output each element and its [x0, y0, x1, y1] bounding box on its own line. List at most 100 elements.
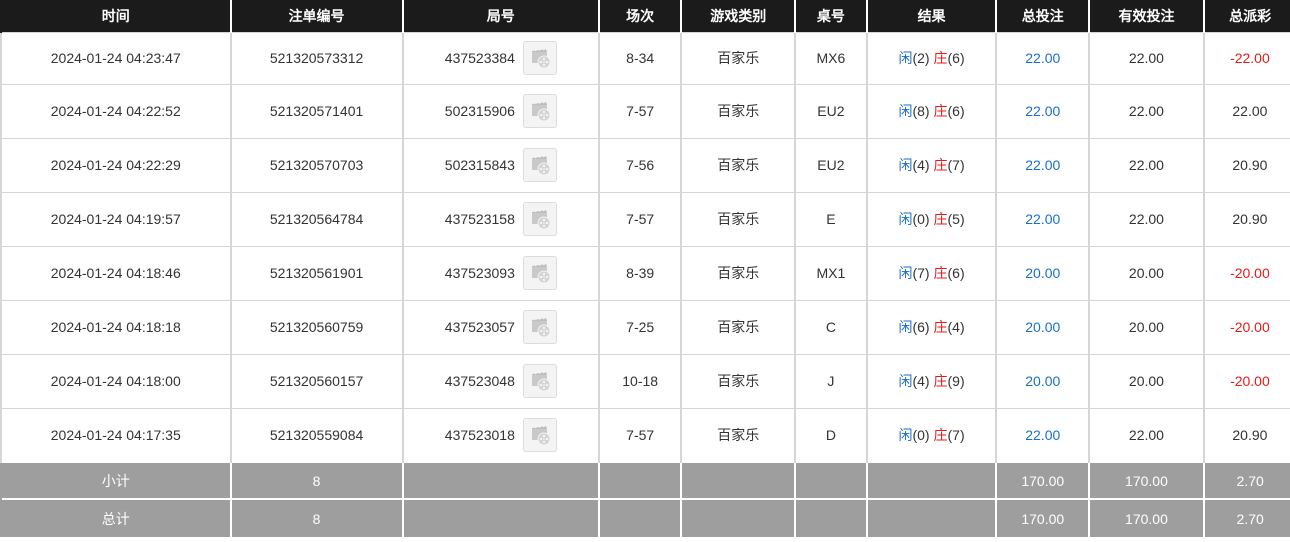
- bet-time: 2024-01-24 04:18:00: [0, 353, 231, 409]
- banker-score: (6): [947, 265, 965, 281]
- payout: -22.00: [1202, 31, 1290, 85]
- player-label: 闲: [898, 373, 913, 389]
- player-label: 闲: [898, 211, 913, 227]
- banker-label: 庄: [933, 50, 948, 66]
- column-header-round-no: 局号: [401, 0, 599, 32]
- video-replay-button[interactable]: [522, 310, 557, 344]
- table-number: J: [794, 353, 868, 409]
- payout: -20.00: [1202, 353, 1290, 409]
- video-replay-button[interactable]: [522, 94, 557, 128]
- column-header-time: 时间: [0, 0, 231, 32]
- table-number: MX1: [794, 245, 868, 301]
- subtotal-payout: 2.70: [1202, 461, 1290, 499]
- player-label: 闲: [898, 157, 913, 173]
- game-type: 百家乐: [680, 407, 796, 463]
- banker-score: (9): [947, 373, 965, 389]
- video-replay-button[interactable]: [522, 202, 557, 236]
- round-number-cell: 437523384: [401, 31, 600, 85]
- round-number-cell: 437523093: [401, 245, 600, 301]
- game-result: 闲(0) 庄(7): [865, 407, 997, 463]
- round-number: 502315843: [444, 157, 515, 173]
- video-replay-button[interactable]: [522, 364, 557, 398]
- game-result: 闲(4) 庄(9): [865, 353, 997, 409]
- table-number: EU2: [794, 137, 868, 193]
- round-number: 437523018: [444, 426, 515, 443]
- round-number: 437523093: [444, 265, 515, 281]
- total-bet: 20.00: [995, 353, 1090, 409]
- total-valid-bet: 170.00: [1088, 498, 1204, 537]
- video-replay-icon: [531, 425, 551, 446]
- video-replay-button[interactable]: [522, 148, 557, 182]
- order-number: 521320560759: [229, 299, 404, 355]
- subtotal-valid-bet: 170.00: [1088, 461, 1204, 499]
- table-header-row: 时间 注单编号 局号 场次 游戏类别 桌号 结果 总投注 有效投注 总派彩: [0, 0, 1290, 32]
- session-number: 10-18: [597, 353, 682, 409]
- table-number: D: [794, 407, 868, 463]
- subtotal-label: 小计: [0, 461, 231, 499]
- table-row: 2024-01-24 04:23:47 521320573312 4375233…: [0, 31, 1290, 85]
- player-score: (7): [912, 265, 930, 281]
- video-replay-icon: [531, 155, 551, 176]
- game-result: 闲(7) 庄(6): [865, 245, 997, 301]
- banker-label: 庄: [933, 211, 948, 227]
- bet-time: 2024-01-24 04:18:18: [0, 299, 231, 355]
- banker-label: 庄: [933, 373, 948, 389]
- round-number-cell: 437523018: [401, 407, 600, 463]
- session-number: 7-57: [597, 83, 682, 139]
- round-number: 502315906: [444, 103, 515, 119]
- valid-bet: 20.00: [1088, 245, 1205, 301]
- bet-time: 2024-01-24 04:23:47: [0, 31, 231, 85]
- player-score: (2): [912, 50, 930, 66]
- video-replay-button[interactable]: [522, 417, 557, 452]
- video-replay-button[interactable]: [522, 256, 557, 290]
- column-header-order-no: 注单编号: [229, 0, 403, 32]
- round-number: 437523384: [444, 50, 515, 66]
- video-replay-icon: [531, 263, 551, 284]
- total-bet: 22.00: [995, 83, 1090, 139]
- game-result: 闲(4) 庄(7): [865, 137, 997, 193]
- game-type: 百家乐: [680, 191, 796, 247]
- valid-bet: 22.00: [1088, 83, 1205, 139]
- game-result: 闲(2) 庄(6): [865, 31, 997, 85]
- table-number: E: [794, 191, 868, 247]
- bet-time: 2024-01-24 04:18:46: [0, 245, 231, 301]
- table-number: MX6: [794, 31, 868, 85]
- game-result: 闲(6) 庄(4): [865, 299, 997, 355]
- video-replay-icon: [531, 371, 551, 392]
- payout: 22.00: [1202, 83, 1290, 139]
- order-number: 521320570703: [229, 137, 404, 193]
- session-number: 7-57: [597, 407, 682, 463]
- total-payout: 2.70: [1202, 498, 1290, 537]
- bet-time: 2024-01-24 04:19:57: [0, 191, 231, 247]
- total-total-bet: 170.00: [995, 498, 1090, 537]
- game-type: 百家乐: [680, 299, 796, 355]
- table-number: EU2: [794, 83, 868, 139]
- player-score: (6): [912, 319, 930, 335]
- round-number: 437523048: [444, 373, 515, 389]
- bet-time: 2024-01-24 04:17:35: [0, 407, 231, 463]
- banker-score: (5): [947, 211, 965, 227]
- round-number-cell: 502315843: [401, 137, 600, 193]
- order-number: 521320571401: [229, 83, 404, 139]
- valid-bet: 20.00: [1088, 299, 1205, 355]
- video-replay-icon: [531, 209, 551, 230]
- order-number: 521320559084: [229, 407, 404, 463]
- total-label: 总计: [0, 498, 231, 537]
- player-label: 闲: [898, 265, 913, 281]
- banker-label: 庄: [933, 157, 948, 173]
- payout: 20.90: [1202, 407, 1290, 463]
- order-number: 521320560157: [229, 353, 404, 409]
- valid-bet: 22.00: [1088, 137, 1205, 193]
- session-number: 7-56: [597, 137, 682, 193]
- player-label: 闲: [898, 319, 913, 335]
- banker-label: 庄: [933, 103, 948, 119]
- round-number-cell: 502315906: [401, 83, 600, 139]
- player-label: 闲: [898, 426, 913, 443]
- banker-score: (7): [947, 426, 965, 443]
- table-row: 2024-01-24 04:17:35 521320559084 4375230…: [0, 407, 1290, 463]
- video-replay-button[interactable]: [522, 41, 557, 75]
- player-score: (4): [912, 373, 930, 389]
- game-type: 百家乐: [680, 245, 796, 301]
- subtotal-count: 8: [229, 461, 403, 499]
- session-number: 7-57: [597, 191, 682, 247]
